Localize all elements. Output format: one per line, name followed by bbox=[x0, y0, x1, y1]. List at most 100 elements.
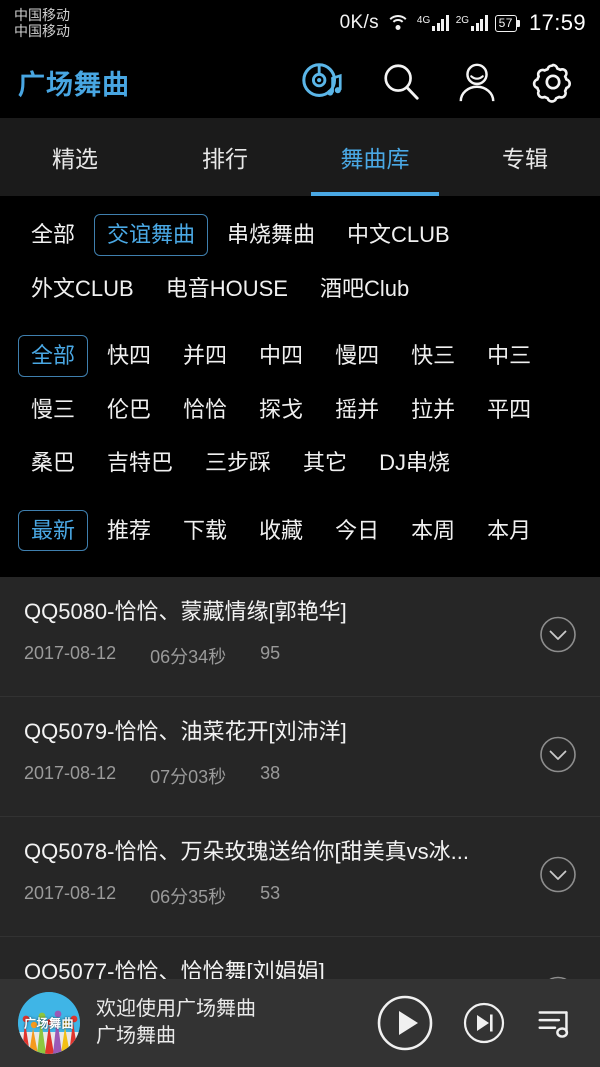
battery-level: 57 bbox=[494, 14, 517, 32]
sort-chip-shoucang[interactable]: 收藏 bbox=[246, 510, 316, 552]
style-chip-djchuanshao[interactable]: DJ串烧 bbox=[366, 442, 463, 484]
song-duration: 06分34秒 bbox=[150, 647, 227, 668]
style-chip-sanbucai[interactable]: 三步踩 bbox=[192, 442, 284, 484]
disc-music-icon[interactable] bbox=[300, 59, 346, 105]
player-track-subtitle: 广场舞曲 bbox=[96, 1025, 176, 1047]
category-chip-zhongwenclub[interactable]: 中文CLUB bbox=[334, 214, 463, 256]
tab-paihang[interactable]: 排行 bbox=[150, 118, 300, 196]
song-date: 2017-08-12 bbox=[24, 643, 117, 664]
tab-jingxuan[interactable]: 精选 bbox=[0, 118, 150, 196]
sim2-network-type: 2G bbox=[455, 15, 470, 26]
clock: 17:59 bbox=[528, 10, 586, 35]
tab-label: 排行 bbox=[202, 146, 248, 172]
style-chip-pingsi[interactable]: 平四 bbox=[474, 389, 544, 431]
main-tabs: 精选 排行 舞曲库 专辑 bbox=[0, 118, 600, 196]
carrier-labels: 中国移动 中国移动 bbox=[14, 7, 70, 39]
sort-filter-group: 最新 推荐 下载 收藏 今日 本周 本月 bbox=[18, 504, 582, 558]
sort-chip-zuixin[interactable]: 最新 bbox=[18, 509, 89, 551]
sort-chip-xiazai[interactable]: 下载 bbox=[170, 510, 240, 552]
gear-icon[interactable] bbox=[532, 61, 574, 103]
tab-zhuanji[interactable]: 专辑 bbox=[450, 118, 600, 196]
person-icon[interactable] bbox=[456, 61, 498, 103]
song-duration: 07分03秒 bbox=[150, 767, 227, 788]
style-filter-group: 全部 快四 并四 中四 慢四 快三 中三 慢三 伦巴 恰恰 探戈 摇并 拉并 平… bbox=[18, 329, 582, 490]
style-chip-zhongsan[interactable]: 中三 bbox=[474, 335, 544, 377]
song-title: QQ5080-恰恰、蒙藏情缘[郭艳华] bbox=[24, 599, 347, 624]
style-chip-labing[interactable]: 拉并 bbox=[398, 389, 468, 431]
style-chip-mansi[interactable]: 慢四 bbox=[322, 335, 392, 377]
wifi-icon bbox=[385, 14, 410, 32]
style-chip-kuaisan[interactable]: 快三 bbox=[398, 335, 468, 377]
network-speed: 0K/s bbox=[339, 12, 379, 33]
chevron-down-circle-icon[interactable] bbox=[538, 854, 578, 899]
filter-panel: 全部 交谊舞曲 串烧舞曲 中文CLUB 外文CLUB 电音HOUSE 酒吧Clu… bbox=[0, 196, 600, 567]
sim1-network-type: 4G bbox=[416, 15, 431, 26]
sort-chip-jinri[interactable]: 今日 bbox=[322, 510, 392, 552]
style-chip-lunba[interactable]: 伦巴 bbox=[94, 389, 164, 431]
style-chip-tange[interactable]: 探戈 bbox=[246, 389, 316, 431]
style-chip-qiaqia[interactable]: 恰恰 bbox=[170, 389, 240, 431]
carrier-sim1: 中国移动 bbox=[14, 6, 70, 23]
battery-icon: 57 bbox=[494, 14, 520, 32]
playlist-icon[interactable] bbox=[534, 1002, 576, 1044]
avatar[interactable]: 广场舞曲 bbox=[18, 992, 80, 1054]
sort-chip-tuijian[interactable]: 推荐 bbox=[94, 510, 164, 552]
category-filter-group: 全部 交谊舞曲 串烧舞曲 中文CLUB 外文CLUB 电音HOUSE 酒吧Clu… bbox=[18, 208, 582, 315]
skip-next-icon[interactable] bbox=[462, 1001, 506, 1045]
play-icon[interactable] bbox=[376, 994, 434, 1052]
song-meta: 2017-08-12 06分34秒 95 bbox=[24, 643, 530, 669]
style-chip-mansan[interactable]: 慢三 bbox=[18, 389, 88, 431]
mini-player-bar[interactable]: 广场舞曲 欢迎使用广场舞曲 广场舞曲 bbox=[0, 979, 600, 1067]
list-item[interactable]: QQ5080-恰恰、蒙藏情缘[郭艳华] 2017-08-12 06分34秒 95 bbox=[0, 577, 600, 697]
style-chip-jiteba[interactable]: 吉特巴 bbox=[94, 442, 186, 484]
song-title: QQ5079-恰恰、油菜花开[刘沛洋] bbox=[24, 719, 347, 744]
header-actions bbox=[300, 59, 574, 105]
player-track-info: 欢迎使用广场舞曲 广场舞曲 bbox=[96, 996, 256, 1050]
category-chip-jiaoyiwuqu[interactable]: 交谊舞曲 bbox=[94, 214, 209, 256]
list-item[interactable]: QQ5078-恰恰、万朵玫瑰送给你[甜美真vs冰... 2017-08-12 0… bbox=[0, 817, 600, 937]
player-controls bbox=[376, 994, 576, 1052]
avatar-label: 广场舞曲 bbox=[23, 1016, 74, 1031]
status-bar: 中国移动 中国移动 0K/s 4G 2G 57 17:59 bbox=[0, 0, 600, 46]
chevron-down-circle-icon[interactable] bbox=[538, 614, 578, 659]
sort-chip-benzhou[interactable]: 本周 bbox=[398, 510, 468, 552]
app-root: 中国移动 中国移动 0K/s 4G 2G 57 17:59 广场舞曲 精选 排行… bbox=[0, 0, 600, 1067]
style-chip-yaobing[interactable]: 摇并 bbox=[322, 389, 392, 431]
carrier-sim2: 中国移动 bbox=[14, 23, 70, 39]
category-filter-row: 全部 交谊舞曲 串烧舞曲 中文CLUB 外文CLUB 电音HOUSE 酒吧Clu… bbox=[18, 208, 582, 315]
style-chip-kuaisi[interactable]: 快四 bbox=[94, 335, 164, 377]
song-count: 95 bbox=[260, 643, 281, 664]
song-count: 38 bbox=[260, 763, 281, 784]
status-icons: 0K/s 4G 2G 57 17:59 bbox=[340, 10, 586, 36]
list-item[interactable]: QQ5079-恰恰、油菜花开[刘沛洋] 2017-08-12 07分03秒 38 bbox=[0, 697, 600, 817]
song-duration: 06分35秒 bbox=[150, 887, 227, 908]
chevron-down-circle-icon[interactable] bbox=[538, 734, 578, 779]
tab-wuqu-ku[interactable]: 舞曲库 bbox=[300, 118, 450, 196]
style-chip-bingsi[interactable]: 并四 bbox=[170, 335, 240, 377]
category-chip-chuanshaowuqu[interactable]: 串烧舞曲 bbox=[214, 214, 328, 256]
search-icon[interactable] bbox=[380, 61, 422, 103]
tab-label: 专辑 bbox=[502, 146, 548, 172]
category-chip-dianyinhouse[interactable]: 电音HOUSE bbox=[153, 268, 301, 310]
style-chip-qita[interactable]: 其它 bbox=[290, 442, 360, 484]
category-chip-quanbu[interactable]: 全部 bbox=[18, 214, 88, 256]
style-chip-quanbu[interactable]: 全部 bbox=[18, 335, 89, 377]
app-header: 广场舞曲 bbox=[0, 46, 600, 118]
battery-cap bbox=[516, 19, 520, 27]
category-chip-waiwenclub[interactable]: 外文CLUB bbox=[18, 268, 147, 310]
sim1-signal-icon: 4G bbox=[417, 15, 449, 31]
tab-label: 舞曲库 bbox=[340, 146, 410, 172]
player-track-title: 欢迎使用广场舞曲 bbox=[96, 998, 256, 1020]
page-title: 广场舞曲 bbox=[18, 69, 130, 100]
sort-chip-benyue[interactable]: 本月 bbox=[474, 510, 544, 552]
style-filter-row: 全部 快四 并四 中四 慢四 快三 中三 慢三 伦巴 恰恰 探戈 摇并 拉并 平… bbox=[18, 329, 582, 490]
tab-label: 精选 bbox=[52, 146, 98, 172]
song-meta: 2017-08-12 07分03秒 38 bbox=[24, 763, 530, 789]
signal-bars-icon bbox=[471, 15, 488, 31]
category-chip-jiubaclub[interactable]: 酒吧Club bbox=[307, 268, 422, 310]
style-chip-zhongsi[interactable]: 中四 bbox=[246, 335, 316, 377]
song-count: 53 bbox=[260, 883, 281, 904]
style-chip-sangba[interactable]: 桑巴 bbox=[18, 442, 88, 484]
song-date: 2017-08-12 bbox=[24, 763, 117, 784]
signal-bars-icon bbox=[432, 15, 449, 31]
